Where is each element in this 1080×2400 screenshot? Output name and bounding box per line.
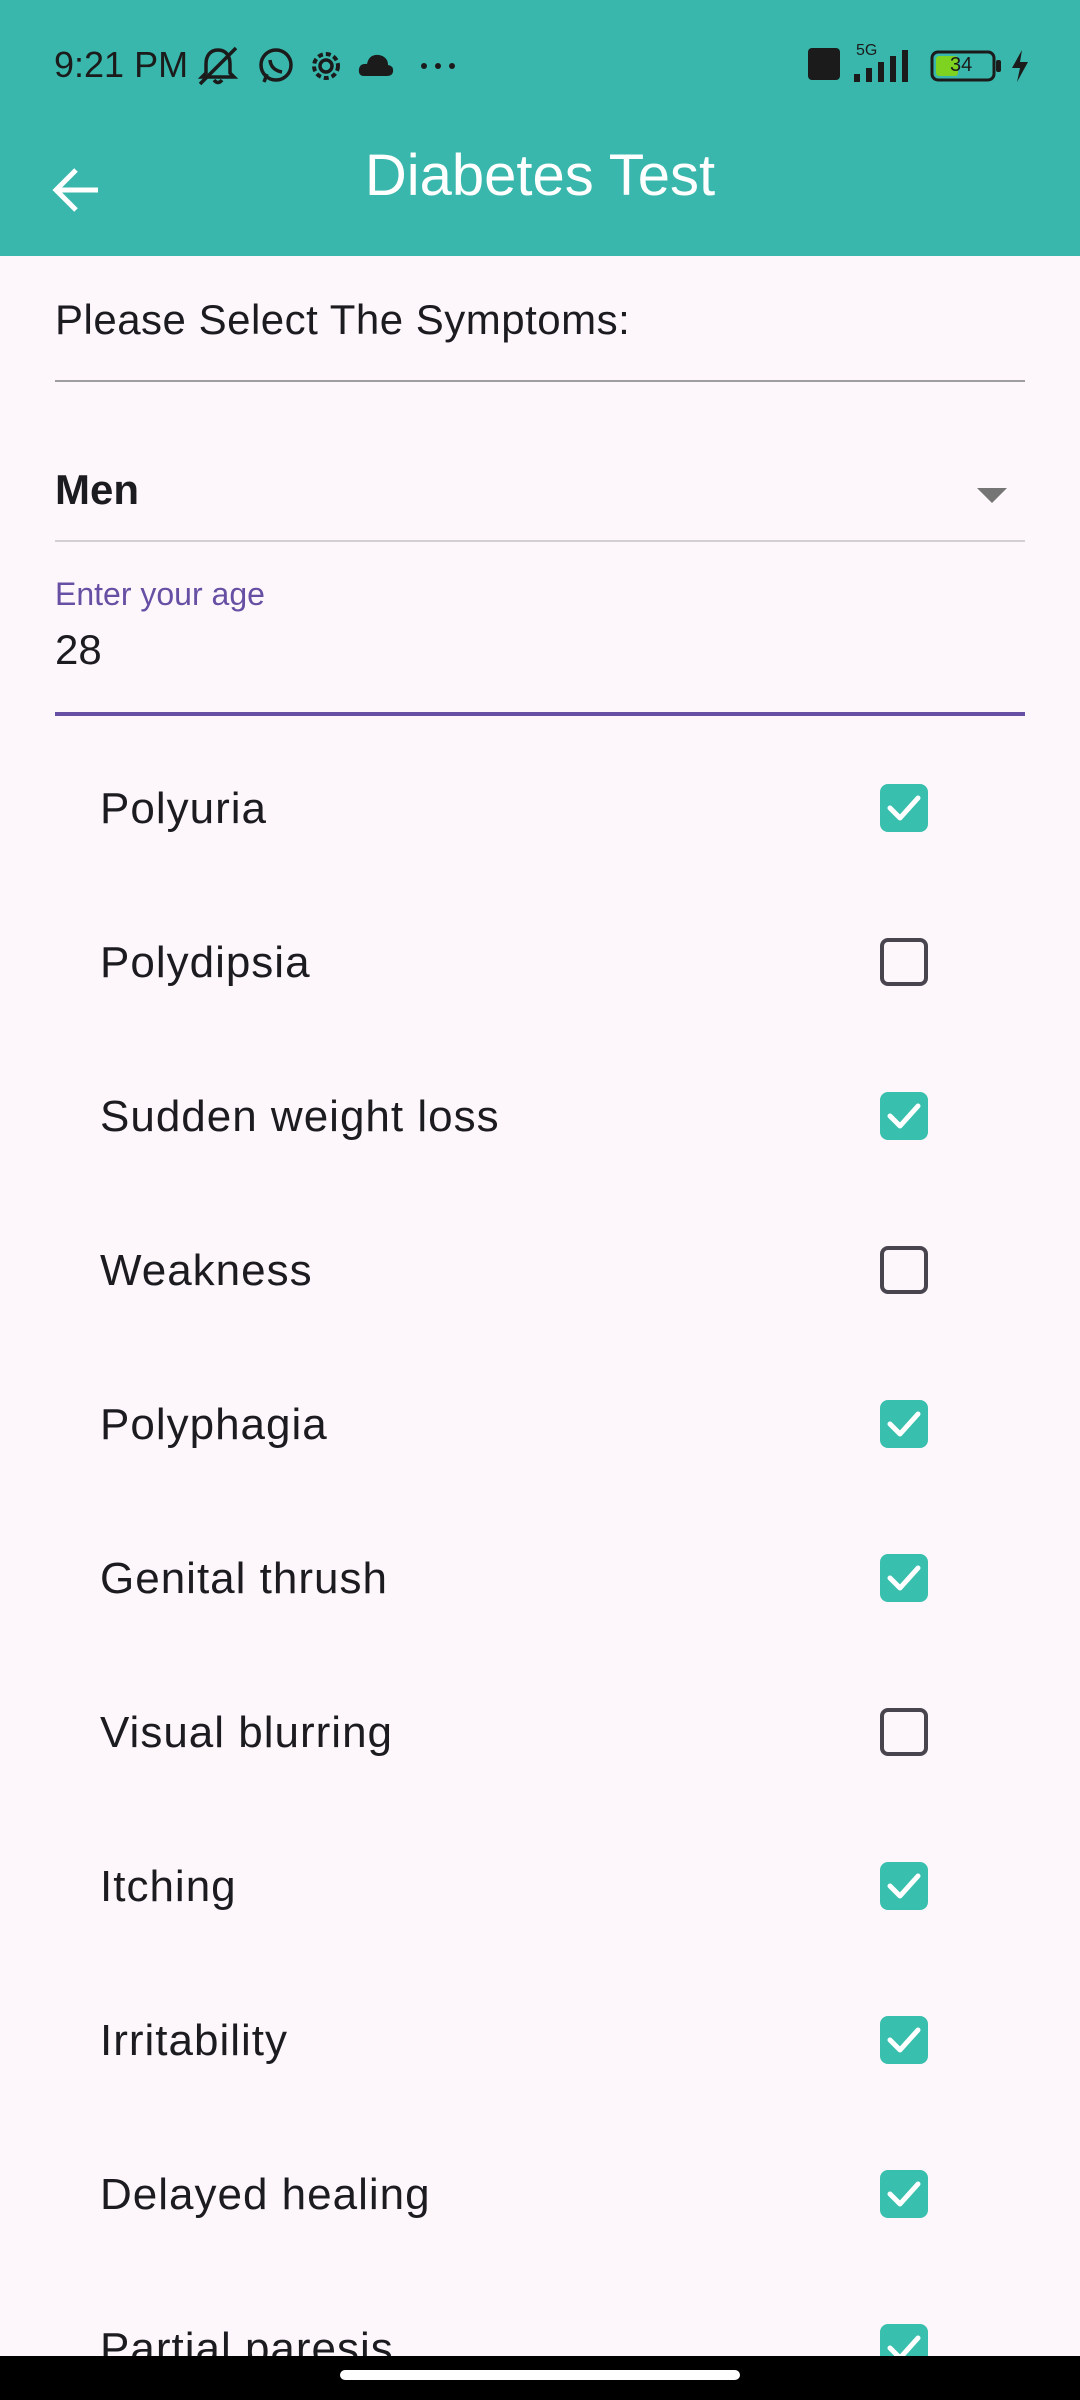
- symptom-checkbox[interactable]: [880, 1708, 928, 1756]
- symptom-checkbox[interactable]: [880, 1862, 928, 1910]
- app-bar: 9:21 PM 5G 34 Diabetes Test: [0, 0, 1080, 256]
- symptom-item[interactable]: Polyuria: [0, 740, 1080, 894]
- symptom-list: Polyuria Polydipsia Sudden weight loss W…: [0, 740, 1080, 2356]
- form-content: Please Select The Symptoms: Men Enter yo…: [0, 256, 1080, 2356]
- symptom-label: Delayed healing: [100, 2170, 431, 2219]
- battery-level: 34: [950, 54, 973, 76]
- gender-dropdown[interactable]: Men: [55, 452, 1025, 542]
- status-bar: 9:21 PM 5G 34: [0, 0, 1080, 132]
- dropdown-arrow-icon: [977, 488, 1007, 503]
- age-input[interactable]: [55, 620, 1025, 680]
- symptom-label: Polydipsia: [100, 938, 311, 987]
- status-time: 9:21 PM: [54, 44, 189, 85]
- mute-icon: [196, 46, 240, 91]
- symptom-label: Genital thrush: [100, 1554, 388, 1603]
- symptom-label: Partial paresis: [100, 2324, 394, 2356]
- symptom-item[interactable]: Polyphagia: [0, 1356, 1080, 1510]
- divider: [55, 380, 1025, 382]
- more-icon: [418, 46, 458, 91]
- whatsapp-icon: [256, 46, 296, 91]
- title-bar: Diabetes Test: [0, 132, 1080, 256]
- symptom-label: Itching: [100, 1862, 237, 1911]
- symptom-item[interactable]: Delayed healing: [0, 2126, 1080, 2280]
- symptom-checkbox[interactable]: [880, 2016, 928, 2064]
- symptom-checkbox[interactable]: [880, 1092, 928, 1140]
- symptom-item[interactable]: Visual blurring: [0, 1664, 1080, 1818]
- signal-icon: 5G: [852, 42, 916, 89]
- symptom-checkbox[interactable]: [880, 938, 928, 986]
- check-icon: [887, 1873, 921, 1899]
- check-icon: [887, 795, 921, 821]
- symptom-label: Polyuria: [100, 784, 267, 833]
- age-field: Enter your age: [55, 576, 1025, 716]
- charging-icon: [1008, 46, 1032, 91]
- network-type: 5G: [856, 42, 878, 59]
- page-title: Diabetes Test: [364, 143, 716, 208]
- cloud-icon: [356, 46, 396, 91]
- home-gesture-handle[interactable]: [340, 2370, 740, 2380]
- battery-icon: 34: [930, 50, 1004, 87]
- symptom-item[interactable]: Itching: [0, 1818, 1080, 1972]
- symptom-checkbox[interactable]: [880, 1246, 928, 1294]
- gender-value: Men: [55, 466, 139, 513]
- check-icon: [887, 1565, 921, 1591]
- symptom-checkbox[interactable]: [880, 784, 928, 832]
- symptom-checkbox[interactable]: [880, 2170, 928, 2218]
- symptom-item[interactable]: Genital thrush: [0, 1510, 1080, 1664]
- check-icon: [887, 1103, 921, 1129]
- symptom-item[interactable]: Polydipsia: [0, 894, 1080, 1048]
- symptom-label: Visual blurring: [100, 1708, 394, 1757]
- symptom-label: Irritability: [100, 2016, 289, 2065]
- symptom-item[interactable]: Sudden weight loss: [0, 1048, 1080, 1202]
- check-icon: [887, 2027, 921, 2053]
- symptom-item[interactable]: Partial paresis: [0, 2280, 1080, 2356]
- symptom-checkbox[interactable]: [880, 1400, 928, 1448]
- volte-icon: [806, 46, 842, 87]
- age-label: Enter your age: [55, 576, 265, 612]
- symptom-label: Polyphagia: [100, 1400, 328, 1449]
- symptom-item[interactable]: Weakness: [0, 1202, 1080, 1356]
- check-icon: [887, 1411, 921, 1437]
- settings-icon: [306, 46, 346, 91]
- check-icon: [887, 2335, 921, 2356]
- symptom-checkbox[interactable]: [880, 2324, 928, 2356]
- dropdown-underline: [55, 540, 1025, 542]
- symptom-item[interactable]: Irritability: [0, 1972, 1080, 2126]
- age-underline: [55, 712, 1025, 716]
- symptom-checkbox[interactable]: [880, 1554, 928, 1602]
- check-icon: [887, 2181, 921, 2207]
- symptom-label: Weakness: [100, 1246, 313, 1295]
- symptom-label: Sudden weight loss: [100, 1092, 500, 1141]
- section-label: Please Select The Symptoms:: [55, 296, 631, 343]
- navigation-bar: [0, 2356, 1080, 2400]
